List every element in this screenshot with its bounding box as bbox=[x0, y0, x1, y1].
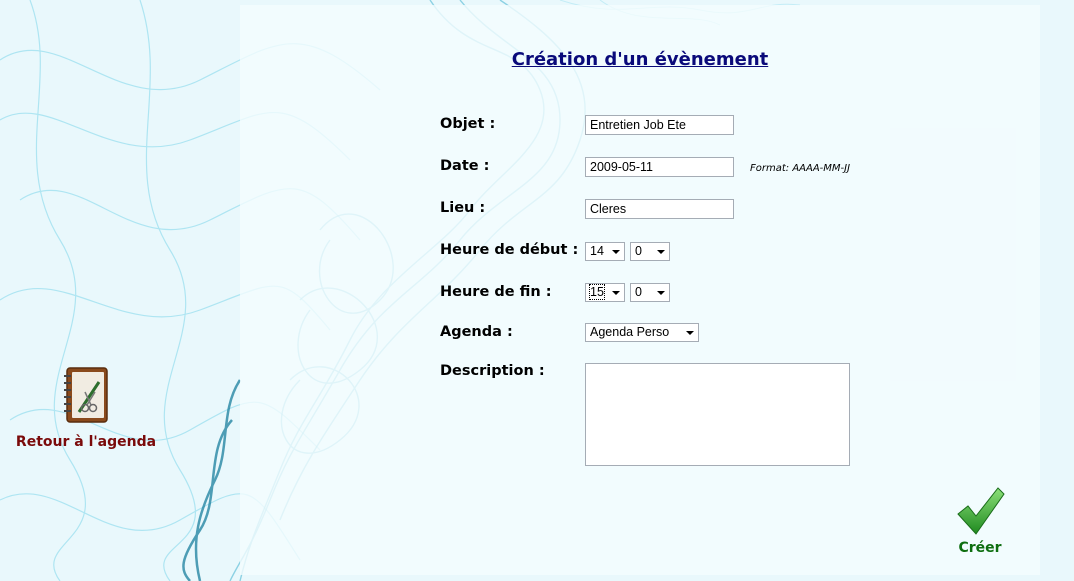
chevron-down-icon bbox=[612, 291, 620, 295]
heure-fin-label: Heure de fin : bbox=[440, 284, 552, 300]
page-title: Création d'un évènement bbox=[511, 49, 769, 70]
heure-debut-minute-value: 0 bbox=[635, 244, 642, 258]
heure-fin-hour-value: 15 bbox=[589, 284, 605, 300]
create-button[interactable]: Créer bbox=[950, 486, 1010, 556]
chevron-down-icon bbox=[657, 291, 665, 295]
heure-debut-hour-select[interactable]: 14 bbox=[585, 242, 625, 261]
heure-fin-hour-select[interactable]: 15 bbox=[585, 283, 625, 302]
chevron-down-icon bbox=[686, 331, 694, 335]
date-format-hint: Format: AAAA-MM-JJ bbox=[750, 163, 851, 174]
heure-fin-minute-value: 0 bbox=[635, 285, 642, 299]
description-label: Description : bbox=[440, 363, 545, 379]
heure-debut-label: Heure de début : bbox=[440, 242, 579, 258]
agenda-label: Agenda : bbox=[440, 324, 513, 340]
create-label: Créer bbox=[958, 540, 1002, 556]
objet-label: Objet : bbox=[440, 116, 496, 132]
chevron-down-icon bbox=[612, 250, 620, 254]
agenda-select-value: Agenda Perso bbox=[590, 325, 670, 339]
date-input[interactable]: 2009-05-11 bbox=[585, 157, 734, 177]
date-label: Date : bbox=[440, 158, 490, 174]
lieu-input[interactable]: Cleres bbox=[585, 199, 734, 219]
agenda-select[interactable]: Agenda Perso bbox=[585, 323, 699, 342]
heure-fin-minute-select[interactable]: 0 bbox=[630, 283, 670, 302]
heure-debut-minute-select[interactable]: 0 bbox=[630, 242, 670, 261]
objet-input[interactable]: Entretien Job Ete bbox=[585, 115, 734, 135]
lieu-label: Lieu : bbox=[440, 200, 486, 216]
back-to-agenda-button[interactable]: Retour à l'agenda bbox=[8, 364, 164, 450]
chevron-down-icon bbox=[657, 250, 665, 254]
description-textarea[interactable] bbox=[585, 363, 850, 466]
back-to-agenda-label: Retour à l'agenda bbox=[15, 434, 157, 450]
heure-debut-hour-value: 14 bbox=[590, 244, 604, 258]
green-checkmark-icon bbox=[957, 487, 1005, 535]
agenda-book-icon bbox=[64, 367, 108, 423]
